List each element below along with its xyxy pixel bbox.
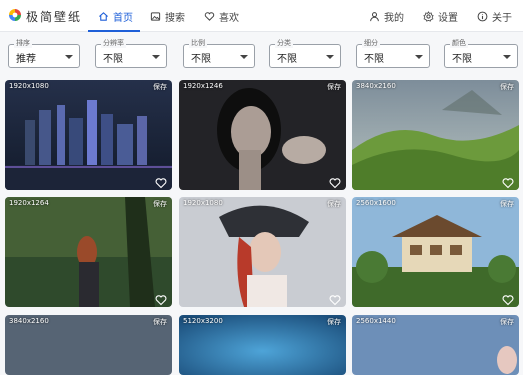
- gear-icon: [423, 10, 434, 22]
- app-logo-icon: [9, 9, 21, 21]
- nav-about-label: 关于: [492, 12, 512, 24]
- favorite-heart-icon[interactable]: [155, 174, 167, 189]
- save-button[interactable]: 保存: [500, 82, 514, 92]
- heart-icon: [204, 11, 215, 21]
- filter-resolution-value: 不限: [103, 54, 123, 65]
- favorite-heart-icon[interactable]: [329, 174, 341, 189]
- top-nav-bar: 极简壁纸 首页 搜索 喜欢 我的 设置 关于: [0, 0, 523, 32]
- filter-sort-label: 排序: [14, 39, 32, 48]
- wallpaper-card[interactable]: 1920x1264 保存: [5, 197, 172, 307]
- save-button[interactable]: 保存: [153, 317, 167, 327]
- chevron-down-icon: [240, 55, 248, 59]
- filter-subcategory-value: 不限: [364, 54, 384, 65]
- wallpaper-card[interactable]: 2560x1440 保存: [352, 315, 519, 375]
- wallpaper-thumbnail: [352, 80, 519, 190]
- nav-settings-label: 设置: [438, 12, 458, 24]
- wallpaper-card[interactable]: 5120x3200 保存: [179, 315, 346, 375]
- wallpaper-thumbnail: [179, 80, 346, 190]
- filter-resolution-label: 分辨率: [101, 39, 126, 48]
- wallpaper-card[interactable]: 3840x2160 保存: [5, 315, 172, 375]
- chevron-down-icon: [152, 55, 160, 59]
- filter-ratio-value: 不限: [191, 54, 211, 65]
- chevron-down-icon: [415, 55, 423, 59]
- wallpaper-thumbnail: [352, 197, 519, 307]
- home-icon: [99, 11, 108, 21]
- nav-mine-label: 我的: [384, 12, 404, 24]
- filter-subcategory-label: 细分: [362, 39, 380, 48]
- chevron-down-icon: [503, 55, 511, 59]
- wallpaper-card[interactable]: 2560x1600 保存: [352, 197, 519, 307]
- favorite-heart-icon[interactable]: [502, 174, 514, 189]
- filter-color[interactable]: 颜色 不限: [444, 39, 518, 68]
- chevron-down-icon: [326, 55, 334, 59]
- nav-home[interactable]: 首页: [98, 0, 133, 32]
- resolution-badge: 2560x1600: [356, 199, 396, 207]
- info-icon: [477, 11, 488, 21]
- image-search-icon: [150, 11, 161, 21]
- filter-sort[interactable]: 排序 推荐: [8, 39, 80, 68]
- filter-color-label: 颜色: [450, 39, 468, 48]
- filter-category-value: 不限: [277, 54, 297, 65]
- nav-home-label: 首页: [113, 12, 133, 24]
- nav-settings[interactable]: 设置: [423, 0, 458, 32]
- nav-mine[interactable]: 我的: [369, 0, 404, 32]
- resolution-badge: 5120x3200: [183, 317, 223, 325]
- nav-favorites[interactable]: 喜欢: [204, 0, 239, 32]
- resolution-badge: 3840x2160: [356, 82, 396, 90]
- filter-ratio-label: 比例: [189, 39, 207, 48]
- save-button[interactable]: 保存: [327, 82, 341, 92]
- wallpaper-thumbnail: [179, 197, 346, 307]
- nav-about[interactable]: 关于: [477, 0, 512, 32]
- resolution-badge: 1920x1246: [183, 82, 223, 90]
- resolution-badge: 1920x1080: [183, 199, 223, 207]
- resolution-badge: 1920x1264: [9, 199, 49, 207]
- resolution-badge: 2560x1440: [356, 317, 396, 325]
- nav-search[interactable]: 搜索: [150, 0, 185, 32]
- save-button[interactable]: 保存: [153, 199, 167, 209]
- save-button[interactable]: 保存: [327, 199, 341, 209]
- user-icon: [370, 11, 379, 21]
- filter-category-label: 分类: [275, 39, 293, 48]
- save-button[interactable]: 保存: [500, 317, 514, 327]
- nav-search-label: 搜索: [165, 12, 185, 24]
- resolution-badge: 1920x1080: [9, 82, 49, 90]
- save-button[interactable]: 保存: [500, 199, 514, 209]
- wallpaper-card[interactable]: 1920x1246 保存: [179, 80, 346, 190]
- wallpaper-thumbnail: [5, 80, 172, 190]
- chevron-down-icon: [65, 55, 73, 59]
- nav-favorites-label: 喜欢: [219, 12, 239, 24]
- save-button[interactable]: 保存: [327, 317, 341, 327]
- wallpaper-card[interactable]: 3840x2160 保存: [352, 80, 519, 190]
- filter-resolution[interactable]: 分辨率 不限: [95, 39, 167, 68]
- favorite-heart-icon[interactable]: [329, 291, 341, 306]
- filter-category[interactable]: 分类 不限: [269, 39, 341, 68]
- favorite-heart-icon[interactable]: [155, 291, 167, 306]
- filter-subcategory[interactable]: 细分 不限: [356, 39, 430, 68]
- filter-color-value: 不限: [452, 54, 472, 65]
- wallpaper-card[interactable]: 1920x1080 保存: [5, 80, 172, 190]
- active-tab-indicator: [88, 30, 140, 32]
- wallpaper-card[interactable]: 1920x1080 保存: [179, 197, 346, 307]
- resolution-badge: 3840x2160: [9, 317, 49, 325]
- save-button[interactable]: 保存: [153, 82, 167, 92]
- app-title: 极简壁纸: [26, 10, 83, 24]
- wallpaper-thumbnail: [5, 197, 172, 307]
- filter-ratio[interactable]: 比例 不限: [183, 39, 255, 68]
- favorite-heart-icon[interactable]: [502, 291, 514, 306]
- filter-sort-value: 推荐: [16, 54, 36, 65]
